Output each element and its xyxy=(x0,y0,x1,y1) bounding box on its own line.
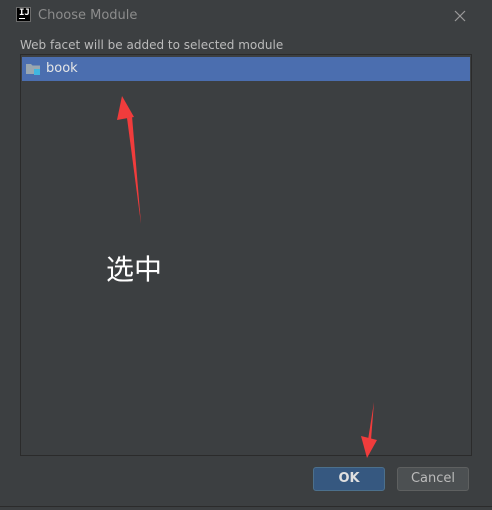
annotation-text: 选中 xyxy=(106,253,163,286)
dialog-prompt: Web facet will be added to selected modu… xyxy=(20,38,284,52)
module-list[interactable]: book xyxy=(20,54,472,456)
app-icon-text: IJ xyxy=(19,8,30,18)
window-title: Choose Module xyxy=(38,8,138,23)
bottom-divider xyxy=(0,506,492,507)
module-folder-icon xyxy=(26,64,40,75)
module-item-label: book xyxy=(46,61,78,76)
module-item-book[interactable]: book xyxy=(22,57,470,81)
ok-button[interactable]: OK xyxy=(313,467,385,491)
title-bar: IJ Choose Module xyxy=(0,0,492,32)
cancel-button[interactable]: Cancel xyxy=(397,467,469,491)
close-icon[interactable] xyxy=(450,6,470,26)
intellij-app-icon: IJ xyxy=(16,7,31,22)
